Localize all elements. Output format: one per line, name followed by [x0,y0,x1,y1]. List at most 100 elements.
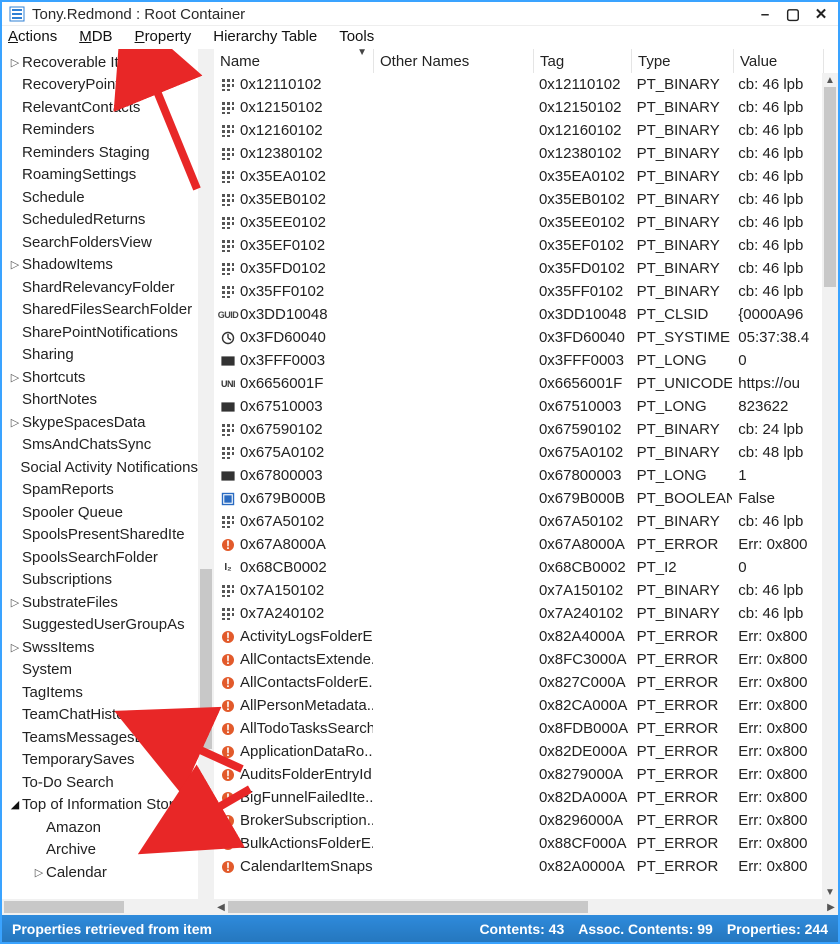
tree-item[interactable]: RecoveryPoints [2,74,198,97]
table-row[interactable]: !AuditsFolderEntryId0x8279000APT_ERROREr… [214,763,822,786]
table-row[interactable]: GUID0x3DD100480x3DD10048PT_CLSID{0000A96 [214,303,822,326]
tree-item[interactable]: SpoolsSearchFolder [2,546,198,569]
tree-item[interactable]: Reminders [2,119,198,142]
column-header-other-names[interactable]: Other Names [374,49,534,73]
table-row[interactable]: !AllContactsExtende...0x8FC3000APT_ERROR… [214,648,822,671]
tree-item[interactable]: SpoolsPresentSharedIte [2,524,198,547]
table-row[interactable]: !AllPersonMetadata...0x82CA000APT_ERRORE… [214,694,822,717]
tree-item[interactable]: SharedFilesSearchFolder [2,299,198,322]
table-row[interactable]: 0x123801020x12380102PT_BINARYcb: 46 lpb [214,142,822,165]
tree-item[interactable]: To-Do Search [2,771,198,794]
tree-item[interactable]: ▷SwssItems [2,636,198,659]
table-row[interactable]: 0x3FFF00030x3FFF0003PT_LONG0 [214,349,822,372]
tree-item[interactable]: Archive [2,839,198,862]
tree-item[interactable]: ▷ShadowItems [2,254,198,277]
tree-item[interactable]: ▷Calendar [2,861,198,884]
tree-item[interactable]: ▷Shortcuts [2,366,198,389]
scrollbar-thumb[interactable] [4,901,124,913]
table-row[interactable]: !AllTodoTasksSearch...0x8FDB000APT_ERROR… [214,717,822,740]
menu-property[interactable]: Property [135,28,192,45]
tree-item[interactable]: SpamReports [2,479,198,502]
table-row[interactable]: !BigFunnelFailedIte...0x82DA000APT_ERROR… [214,786,822,809]
tree-item[interactable]: RoamingSettings [2,164,198,187]
tree-item[interactable]: ShardRelevancyFolder [2,276,198,299]
table-row[interactable]: 0x35FF01020x35FF0102PT_BINARYcb: 46 lpb [214,280,822,303]
tree-item[interactable]: Sharing [2,344,198,367]
table-row[interactable]: 0x679B000B0x679B000BPT_BOOLEANFalse [214,487,822,510]
table-row[interactable]: 0x675A01020x675A0102PT_BINARYcb: 48 lpb [214,441,822,464]
tree-item[interactable]: System [2,659,198,682]
table-row[interactable]: 0x35EF01020x35EF0102PT_BINARYcb: 46 lpb [214,234,822,257]
property-list[interactable]: 0x121101020x12110102PT_BINARYcb: 46 lpb0… [214,73,822,899]
scroll-left-arrow-icon[interactable]: ◀ [214,900,228,914]
tree-item[interactable]: RelevantContacts [2,96,198,119]
menu-hierarchy-table[interactable]: Hierarchy Table [213,28,317,45]
list-vertical-scrollbar[interactable]: ▲ ▼ [822,73,838,899]
tree-vertical-scrollbar[interactable] [198,49,214,899]
tree-item[interactable]: Reminders Staging [2,141,198,164]
table-row[interactable]: 0x675100030x67510003PT_LONG823622 [214,395,822,418]
menu-actions[interactable]: Actions [8,28,57,45]
scroll-down-arrow-icon[interactable]: ▼ [823,885,837,899]
table-row[interactable]: 0x121501020x12150102PT_BINARYcb: 46 lpb [214,96,822,119]
expand-icon[interactable]: ▷ [8,596,22,609]
tree-item[interactable]: Spooler Queue [2,501,198,524]
table-row[interactable]: 0x121601020x12160102PT_BINARYcb: 46 lpb [214,119,822,142]
expand-icon[interactable]: ▷ [8,641,22,654]
maximize-button[interactable]: ▢ [784,5,802,23]
menu-mdb[interactable]: MDB [79,28,112,45]
table-row[interactable]: !AllContactsFolderE...0x827C000APT_ERROR… [214,671,822,694]
tree-item[interactable]: SuggestedUserGroupAs [2,614,198,637]
tree-item[interactable]: ▷SkypeSpacesData [2,411,198,434]
column-header-name[interactable]: Name ▼ [214,49,374,73]
scrollbar-thumb[interactable] [228,901,588,913]
table-row[interactable]: 0x67A501020x67A50102PT_BINARYcb: 46 lpb [214,510,822,533]
column-header-type[interactable]: Type [632,49,734,73]
tree-item[interactable]: ▷Recoverable Items [2,51,198,74]
table-row[interactable]: !BulkActionsFolderE...0x88CF000APT_ERROR… [214,832,822,855]
table-row[interactable]: 0x35EA01020x35EA0102PT_BINARYcb: 46 lpb [214,165,822,188]
table-row[interactable]: 0x3FD600400x3FD60040PT_SYSTIME05:37:38.4 [214,326,822,349]
minimize-button[interactable]: – [756,6,774,23]
scrollbar-thumb[interactable] [200,569,212,749]
table-row[interactable]: I₂0x68CB00020x68CB0002PT_I20 [214,556,822,579]
table-row[interactable]: UNI0x6656001F0x6656001FPT_UNICODEhttps:/… [214,372,822,395]
folder-tree[interactable]: ▷Recoverable ItemsRecoveryPointsRelevant… [2,49,198,884]
collapse-icon[interactable]: ◢ [8,798,22,811]
tree-item[interactable]: SmsAndChatsSync [2,434,198,457]
tree-item[interactable]: SearchFoldersView [2,231,198,254]
tree-item[interactable]: Subscriptions [2,569,198,592]
table-row[interactable]: !ApplicationDataRo...0x82DE000APT_ERRORE… [214,740,822,763]
expand-icon[interactable]: ▷ [32,866,46,879]
tree-horizontal-scrollbar[interactable] [2,899,214,915]
table-row[interactable]: 0x7A1501020x7A150102PT_BINARYcb: 46 lpb [214,579,822,602]
table-row[interactable]: 0x7A2401020x7A240102PT_BINARYcb: 46 lpb [214,602,822,625]
tree-item[interactable]: Schedule [2,186,198,209]
tree-item[interactable]: ◢Top of Information Stor [2,794,198,817]
table-row[interactable]: !BrokerSubscription...0x8296000APT_ERROR… [214,809,822,832]
table-row[interactable]: 0x35EB01020x35EB0102PT_BINARYcb: 46 lpb [214,188,822,211]
expand-icon[interactable]: ▷ [8,56,22,69]
table-row[interactable]: !CalendarItemSnaps0x82A0000APT_ERRORErr:… [214,855,822,878]
list-horizontal-scrollbar[interactable]: ◀ ▶ [214,899,838,915]
expand-icon[interactable]: ▷ [8,258,22,271]
table-row[interactable]: 0x678000030x67800003PT_LONG1 [214,464,822,487]
tree-item[interactable]: Amazon [2,816,198,839]
tree-item[interactable]: TagItems [2,681,198,704]
scrollbar-thumb[interactable] [824,87,836,287]
tree-item[interactable]: SharePointNotifications [2,321,198,344]
tree-item[interactable]: Social Activity Notifications [2,456,198,479]
table-row[interactable]: 0x121101020x12110102PT_BINARYcb: 46 lpb [214,73,822,96]
tree-item[interactable]: ▷SubstrateFiles [2,591,198,614]
table-row[interactable]: 0x35FD01020x35FD0102PT_BINARYcb: 46 lpb [214,257,822,280]
column-header-tag[interactable]: Tag [534,49,632,73]
close-button[interactable]: ✕ [812,5,830,23]
tree-item[interactable]: ShortNotes [2,389,198,412]
tree-item[interactable]: ScheduledReturns [2,209,198,232]
menu-tools[interactable]: Tools [339,28,374,45]
tree-item[interactable]: TemporarySaves [2,749,198,772]
expand-icon[interactable]: ▷ [8,371,22,384]
table-row[interactable]: !ActivityLogsFolderE...0x82A4000APT_ERRO… [214,625,822,648]
column-header-value[interactable]: Value [734,49,824,73]
scroll-right-arrow-icon[interactable]: ▶ [824,900,838,914]
